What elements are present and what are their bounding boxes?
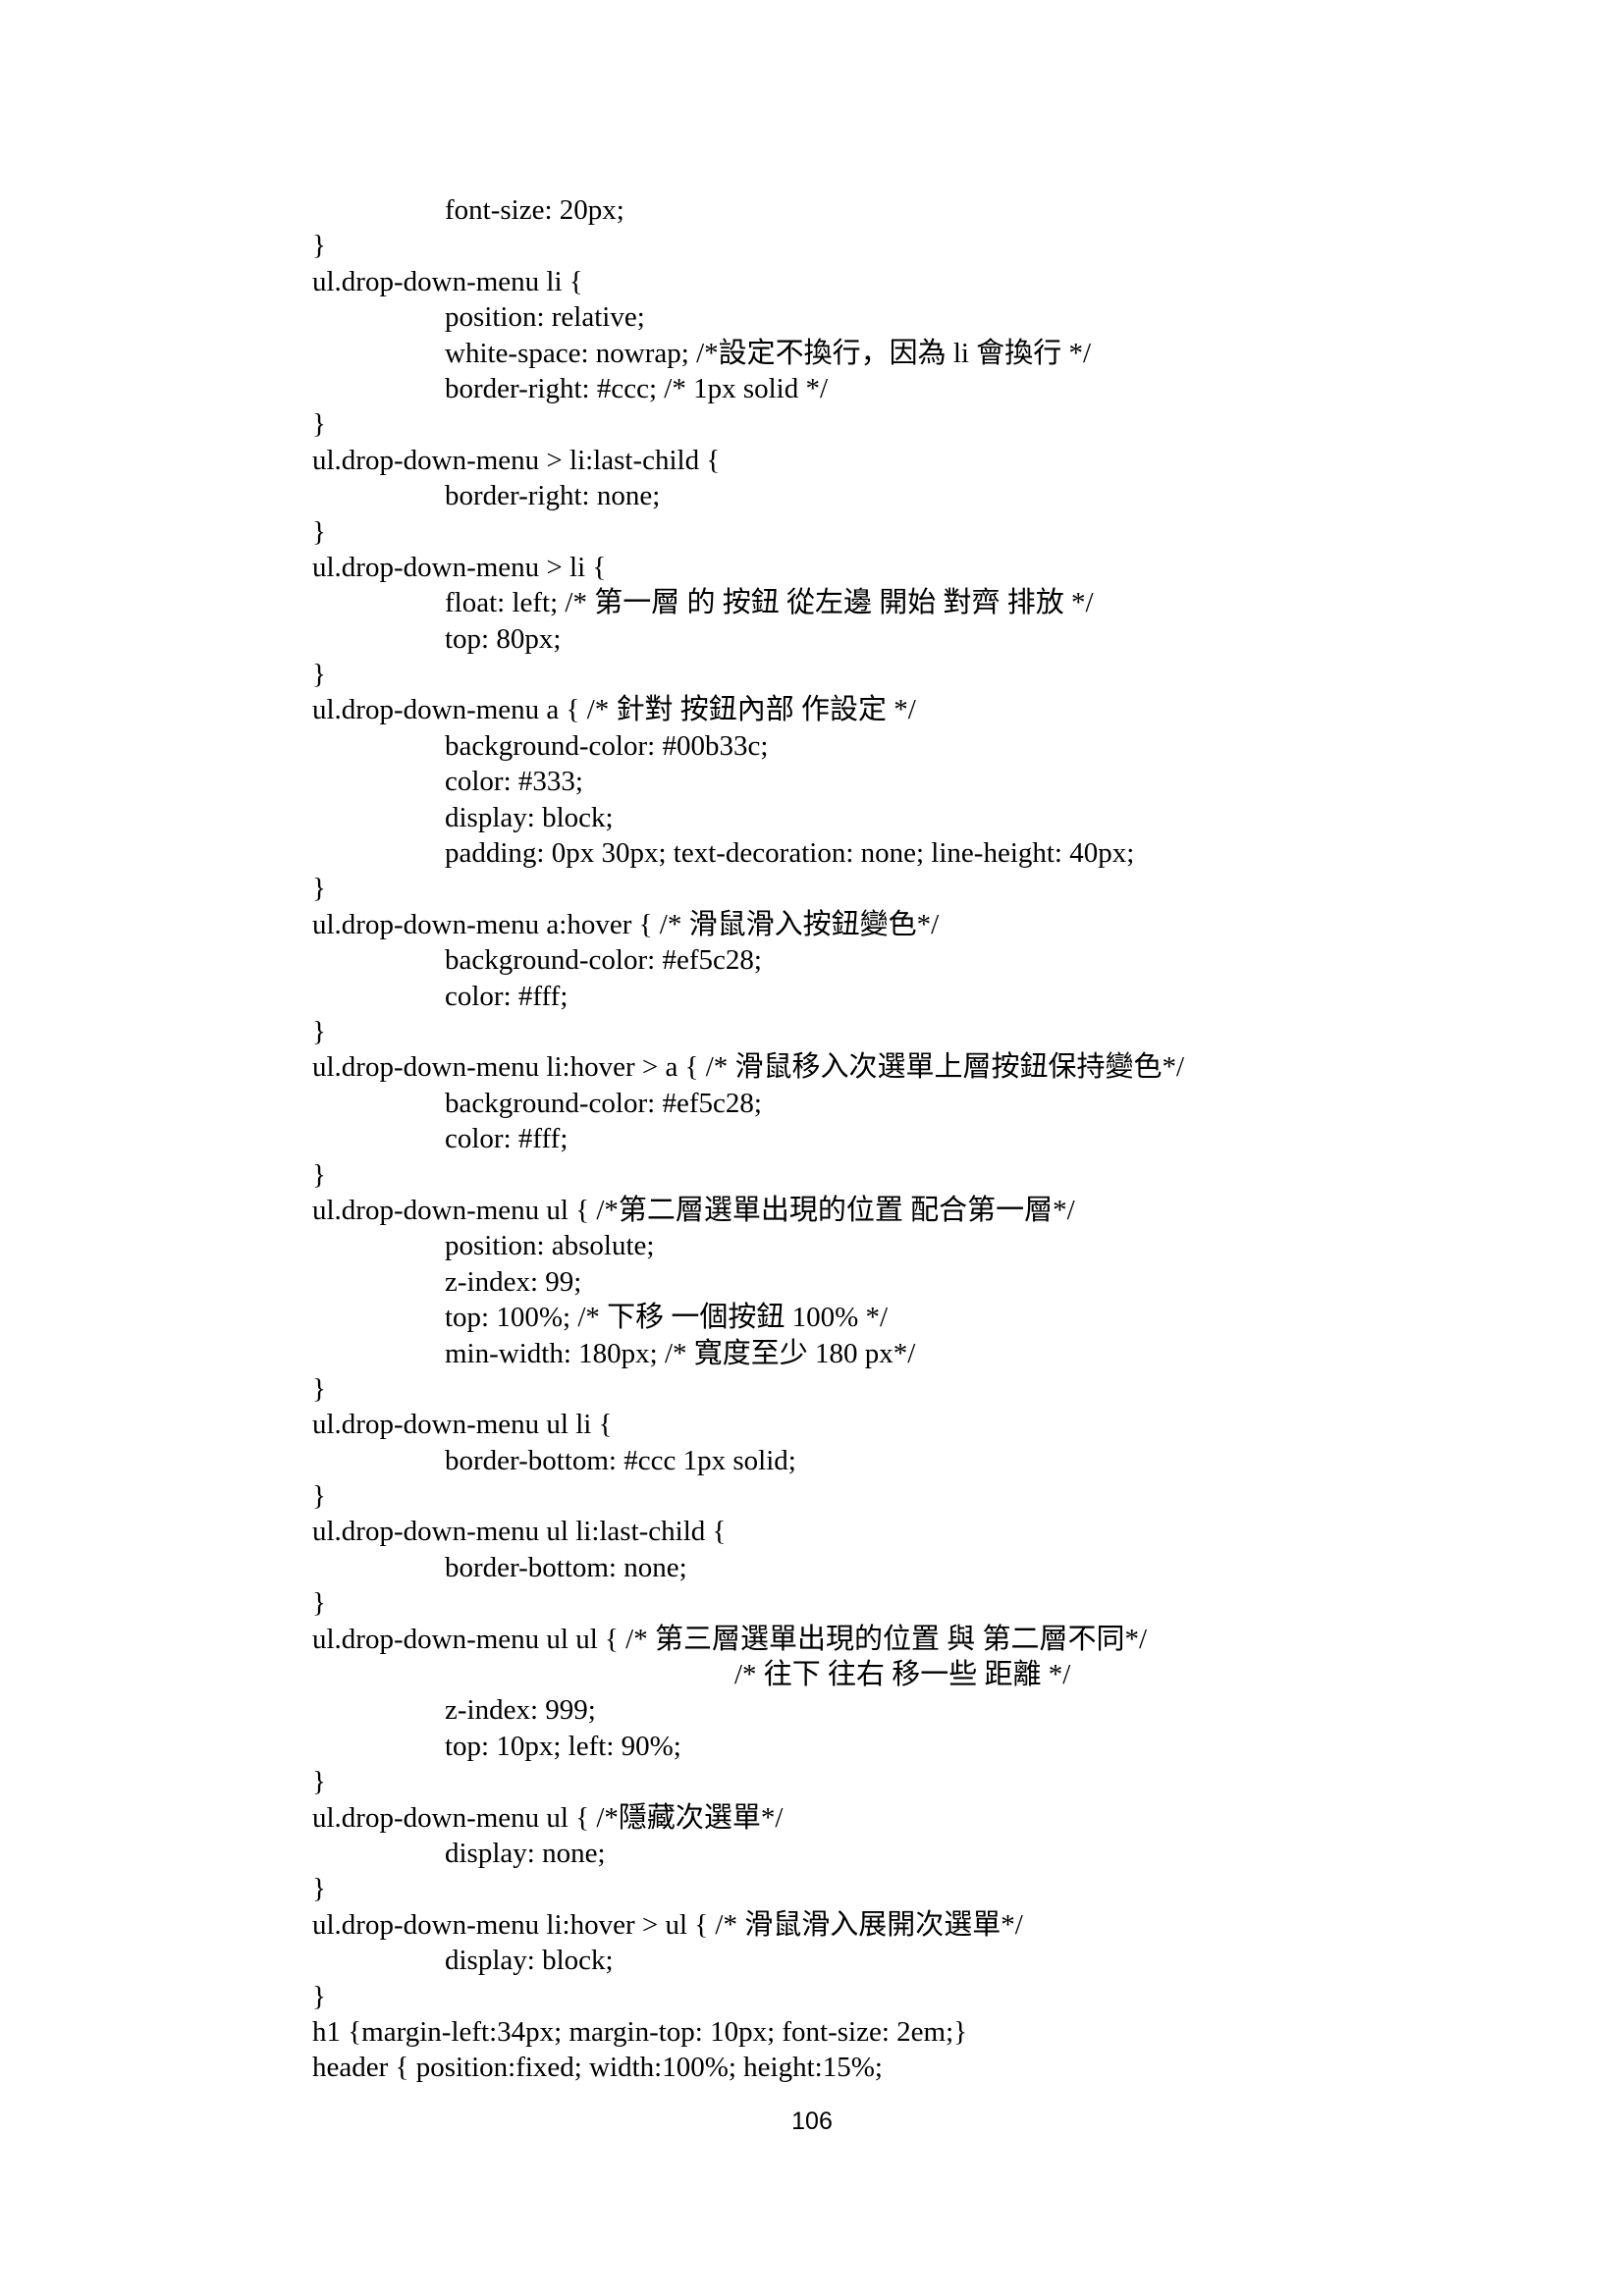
code-line: } [312, 515, 326, 548]
code-line: min-width: 180px; /* 寬度至少 180 px*/ [445, 1337, 916, 1369]
code-line: display: none; [445, 1837, 606, 1869]
code-line: } [312, 1158, 326, 1191]
code-line: position: relative; [445, 301, 645, 334]
page-number: 106 [791, 2108, 833, 2135]
code-line: position: absolute; [445, 1230, 655, 1262]
code-line: } [312, 1873, 326, 1905]
code-line: border-bottom: #ccc 1px solid; [445, 1444, 796, 1476]
code-line: ul.drop-down-menu ul li:last-child { [312, 1516, 727, 1548]
code-line: } [312, 659, 326, 691]
code-line: ul.drop-down-menu ul ul { /* 第三層選單出現的位置 … [312, 1623, 1148, 1655]
code-line: ul.drop-down-menu > li:last-child { [312, 444, 721, 476]
code-line: background-color: #ef5c28; [445, 1087, 762, 1119]
code-line: border-bottom: none; [445, 1551, 687, 1583]
code-line: ul.drop-down-menu li:hover > ul { /* 滑鼠滑… [312, 1908, 1023, 1941]
code-line: top: 80px; [445, 622, 562, 655]
code-line: color: #fff; [445, 980, 568, 1012]
code-line: border-right: #ccc; /* 1px solid */ [445, 372, 829, 404]
code-line: ul.drop-down-menu li:hover > a { /* 滑鼠移入… [312, 1051, 1185, 1084]
code-line: top: 10px; left: 90%; [445, 1730, 681, 1762]
code-line: } [312, 1372, 326, 1405]
code-line: } [312, 873, 326, 905]
code-line: background-color: #00b33c; [445, 729, 769, 762]
code-line: ul.drop-down-menu ul { /*第二層選單出現的位置 配合第一… [312, 1194, 1075, 1226]
code-line: ul.drop-down-menu a:hover { /* 滑鼠滑入按鈕變色*… [312, 908, 940, 940]
code-line: font-size: 20px; [445, 194, 624, 226]
code-line: white-space: nowrap; /*設定不換行，因為 li 會換行 *… [445, 337, 1092, 369]
code-line: display: block; [445, 801, 614, 833]
code-line: z-index: 99; [445, 1265, 582, 1298]
code-line: color: #fff; [445, 1123, 568, 1155]
code-line: ul.drop-down-menu a { /* 針對 按鈕內部 作設定 */ [312, 694, 916, 726]
code-line: /* 往下 往右 移一些 距離 */ [734, 1659, 1071, 1691]
code-line: background-color: #ef5c28; [445, 944, 762, 977]
code-listing: font-size: 20px;} ul.drop-down-menu li {p… [312, 192, 1392, 2086]
code-line: } [312, 230, 326, 262]
code-line: float: left; /* 第一層 的 按鈕 從左邊 開始 對齊 排放 */ [445, 587, 1094, 619]
code-line: } [312, 408, 326, 441]
code-line: h1 {margin-left:34px; margin-top: 10px; … [312, 2015, 968, 2048]
code-line: ul.drop-down-menu ul { /*隱藏次選單*/ [312, 1801, 784, 1834]
code-line: color: #333; [445, 766, 583, 798]
code-line: display: block; [445, 1945, 614, 1977]
code-line: z-index: 999; [445, 1694, 596, 1727]
code-line: } [312, 1480, 326, 1513]
code-line: } [312, 1587, 326, 1620]
code-line: top: 100%; /* 下移 一個按鈕 100% */ [445, 1302, 889, 1334]
code-line: } [312, 1980, 326, 2012]
code-line: ul.drop-down-menu ul li { [312, 1409, 613, 1441]
code-line: padding: 0px 30px; text-decoration: none… [445, 837, 1135, 870]
code-line: } [312, 1766, 326, 1798]
code-line: border-right: none; [445, 480, 661, 512]
code-line: ul.drop-down-menu li { [312, 265, 583, 297]
code-line: header { position:fixed; width:100%; hei… [312, 2052, 883, 2084]
code-line: ul.drop-down-menu > li { [312, 551, 607, 583]
document-page: font-size: 20px;} ul.drop-down-menu li {p… [0, 0, 1624, 2296]
code-line: } [312, 1015, 326, 1047]
